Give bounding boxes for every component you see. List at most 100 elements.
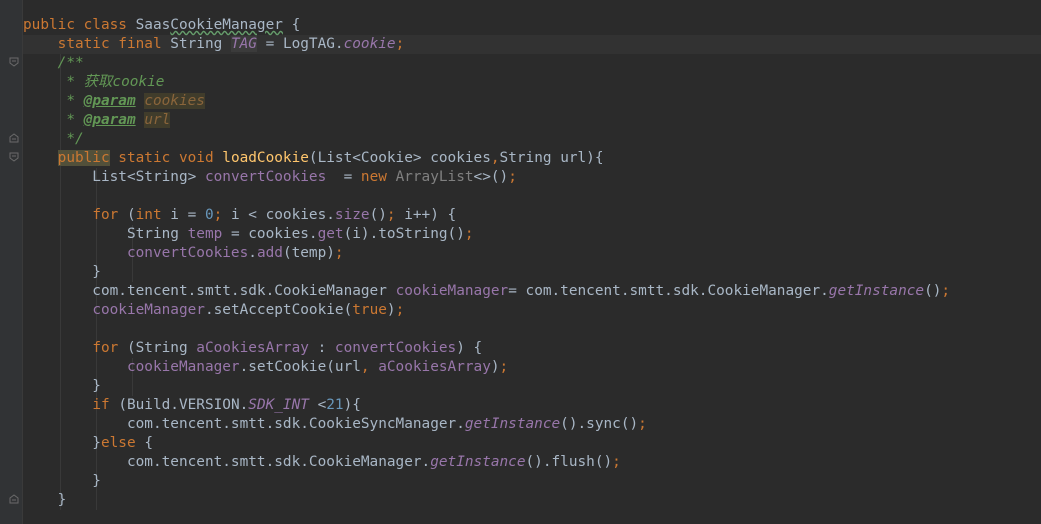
code-token: .setCookie(url [239,359,361,375]
code-token: { [144,435,153,451]
code-line[interactable]: } [23,263,950,282]
code-token: <>() [473,169,509,185]
code-token: i++) { [404,207,457,223]
code-token: < [308,397,327,413]
code-token: new [360,169,396,185]
code-token: , [490,150,500,166]
code-token: getInstance [430,454,526,470]
code-token: String [170,36,231,52]
code-token: get [317,226,344,242]
code-line[interactable]: } [23,472,950,491]
code-token: (List<Cookie> cookies [308,150,491,166]
code-token: } [23,492,67,508]
code-token: temp [187,226,223,242]
code-token: ) { [456,340,483,356]
code-token: , [360,359,379,375]
code-line[interactable] [23,320,950,339]
code-token: Saas [135,17,171,33]
code-token: com.tencent.smtt.sdk.CookieManager [23,283,396,299]
code-token: for [92,207,127,223]
code-token: ) [386,302,396,318]
code-token: CookieManager [170,17,283,33]
code-token: } [23,264,101,280]
code-token: { [282,17,301,33]
code-token: cookies [144,93,205,109]
code-token: List<String> [23,169,205,185]
code-token: convertCookies [126,245,249,261]
code-line[interactable]: for (String aCookiesArray : convertCooki… [23,339,950,358]
code-token: ; [638,416,647,432]
code-token: String [23,226,188,242]
code-token: ; [395,302,405,318]
code-line[interactable]: String temp = cookies.get(i).toString(); [23,225,950,244]
code-line[interactable]: for (int i = 0; i < cookies.size(); i++)… [23,206,950,225]
code-line[interactable]: * 获取cookie [23,73,950,92]
code-line[interactable]: com.tencent.smtt.sdk.CookieManager.getIn… [23,453,950,472]
fold-marker-icon[interactable] [9,57,19,67]
code-token: getInstance [828,283,925,299]
code-line[interactable]: * @param url [23,111,950,130]
code-line[interactable]: cookieManager.setAcceptCookie(true); [23,301,950,320]
code-token: () [369,207,387,223]
code-token: * 获取cookie [23,74,165,90]
code-token: .setAcceptCookie( [204,302,353,318]
code-token: loadCookie [222,150,309,166]
code-line[interactable]: */ [23,130,950,149]
code-line[interactable]: static final String TAG = LogTAG.cookie; [23,35,950,54]
fold-marker-icon[interactable] [9,494,19,504]
code-line[interactable]: convertCookies.add(temp); [23,244,950,263]
code-line[interactable]: * @param cookies [23,92,950,111]
code-token: ; [508,169,517,185]
code-token: static final [57,36,171,52]
code-token: TAG [230,36,257,52]
code-line[interactable] [23,187,950,206]
code-token: size [334,207,370,223]
code-token: @param [83,93,136,109]
code-line[interactable]: }else { [23,434,950,453]
code-token: } [23,435,101,451]
code-token: i = [170,207,205,223]
code-line[interactable]: com.tencent.smtt.sdk.CookieManager cooki… [23,282,950,301]
code-token: aCookiesArray [196,340,309,356]
code-token: . [248,245,257,261]
code-token: = com.tencent.smtt.sdk.CookieManager. [508,283,829,299]
fold-marker-icon[interactable] [9,133,19,143]
code-line[interactable]: public class SaasCookieManager { [23,16,950,35]
code-token: add [256,245,283,261]
code-token: /** [23,55,84,71]
code-line[interactable]: List<String> convertCookies = new ArrayL… [23,168,950,187]
code-line[interactable]: cookieManager.setCookie(url, aCookiesArr… [23,358,950,377]
code-token: ( [126,207,136,223]
code-line[interactable]: } [23,491,950,510]
code-token: = LogTAG. [256,36,344,52]
code-token: ArrayList [395,169,474,185]
code-token: static void [109,150,223,166]
code-token: (String [126,340,197,356]
code-token: ; [334,245,344,261]
code-line[interactable]: /** [23,54,950,73]
code-token: (Build.VERSION. [118,397,249,413]
code-token: SDK_INT [248,397,309,413]
code-line[interactable]: } [23,377,950,396]
code-editor[interactable]: public class SaasCookieManager { static … [0,0,1041,524]
code-token: ; [213,207,231,223]
code-token: String url){ [499,150,604,166]
code-text-area[interactable]: public class SaasCookieManager { static … [23,16,950,510]
code-token: * [23,112,84,128]
code-token: @param [83,112,136,128]
code-token: ; [464,226,474,242]
code-line[interactable]: com.tencent.smtt.sdk.CookieSyncManager.g… [23,415,950,434]
editor-gutter[interactable] [0,0,22,524]
fold-marker-icon[interactable] [9,152,19,162]
code-line[interactable]: public static void loadCookie(List<Cooki… [23,149,950,168]
code-token: convertCookies [334,340,457,356]
code-line[interactable]: if (Build.VERSION.SDK_INT <21){ [23,396,950,415]
code-token: convertCookies [204,169,327,185]
